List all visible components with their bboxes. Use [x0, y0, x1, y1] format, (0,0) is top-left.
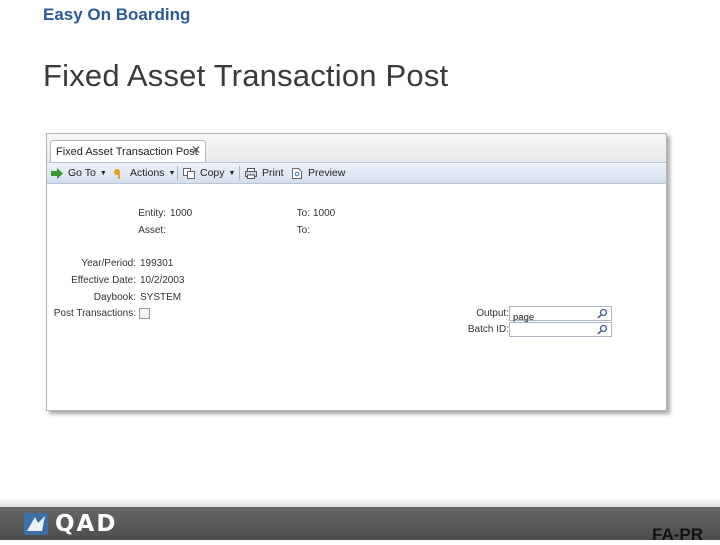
actions-button[interactable]: Actions ▼	[113, 166, 175, 180]
effective-date-label: Effective Date:	[71, 275, 136, 286]
batch-id-field[interactable]	[509, 322, 612, 340]
period-value[interactable]: 199301	[140, 258, 173, 269]
copy-button[interactable]: Copy ▼	[183, 166, 235, 180]
entity-value[interactable]: 1000	[170, 208, 192, 219]
batch-id-input[interactable]	[510, 327, 593, 340]
chevron-down-icon: ▼	[168, 169, 176, 177]
slide-code: FA-PR	[652, 525, 703, 544]
to-entity-label: To:	[296, 208, 310, 219]
period-label: Year/Period:	[81, 258, 136, 269]
search-icon[interactable]	[597, 324, 608, 335]
actions-key-icon	[114, 168, 120, 179]
chevron-down-icon: ▼	[99, 169, 107, 177]
copy-icon	[183, 167, 195, 179]
slide-title: Fixed Asset Transaction Post	[43, 58, 449, 93]
copy-label: Copy	[200, 167, 225, 179]
toolbar-divider	[177, 166, 178, 180]
slide-subtitle: Easy On Boarding	[43, 5, 191, 24]
output-field[interactable]	[509, 306, 612, 324]
print-label: Print	[262, 167, 284, 179]
asset-label: Asset:	[138, 225, 166, 236]
qad-logo-icon	[24, 513, 48, 535]
print-icon	[245, 167, 257, 179]
output-label: Output:	[476, 308, 509, 319]
tab-label: Fixed Asset Transaction Post	[56, 146, 198, 158]
entity-label: Entity:	[138, 208, 166, 219]
goto-button[interactable]: Go To ▼	[51, 166, 107, 180]
preview-icon	[292, 167, 302, 179]
footer-shadow	[0, 497, 720, 507]
print-button[interactable]: Print	[245, 166, 284, 180]
toolbar-divider	[239, 166, 240, 180]
chevron-down-icon: ▼	[228, 169, 236, 177]
post-transactions-label: Post Transactions:	[53, 308, 136, 319]
qad-logo-text: QAD	[55, 511, 118, 537]
to-asset-label: To:	[296, 225, 310, 236]
goto-arrow-icon	[51, 167, 63, 179]
search-icon[interactable]	[597, 308, 608, 319]
tab-fixed-asset-transaction-post[interactable]: Fixed Asset Transaction Post ✕	[50, 140, 206, 163]
post-transactions-checkbox[interactable]	[139, 308, 150, 319]
tab-strip: Fixed Asset Transaction Post ✕	[47, 134, 666, 163]
daybook-value[interactable]: SYSTEM	[140, 292, 181, 303]
preview-button[interactable]: Preview	[291, 166, 345, 180]
effective-date-value[interactable]: 10/2/2003	[140, 275, 185, 286]
actions-label: Actions	[130, 167, 165, 179]
close-icon[interactable]: ✕	[191, 144, 201, 156]
toolbar: Go To ▼ Actions ▼ Copy ▼ Print Preview	[47, 162, 666, 184]
batch-id-label: Batch ID:	[467, 324, 509, 335]
preview-label: Preview	[308, 167, 346, 179]
goto-label: Go To	[68, 167, 96, 179]
to-entity-value[interactable]: 1000	[313, 208, 335, 219]
app-screenshot: Fixed Asset Transaction Post ✕ Go To ▼ A…	[46, 133, 667, 411]
daybook-label: Daybook:	[93, 292, 136, 303]
